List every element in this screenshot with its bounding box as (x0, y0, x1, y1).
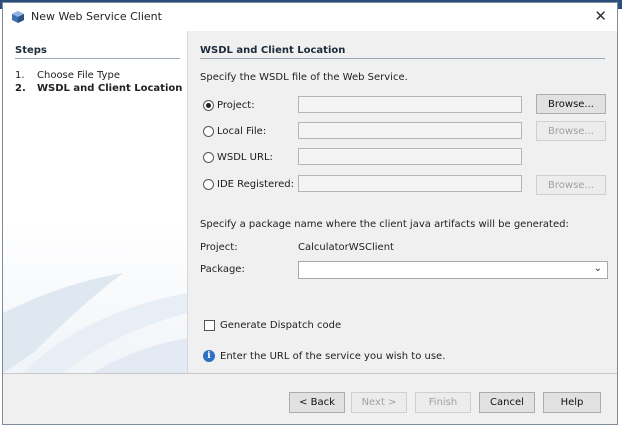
panel-heading: WSDL and Client Location (200, 45, 346, 56)
decorative-swoosh (3, 273, 187, 373)
wsdl-url-field[interactable] (298, 148, 522, 165)
radio-label: IDE Registered: (217, 178, 294, 190)
steps-panel: Steps 1. Choose File Type 2. WSDL and Clie… (3, 31, 188, 373)
window-title: New Web Service Client (31, 10, 162, 23)
radio-label: WSDL URL: (217, 151, 273, 163)
radio-local-file[interactable]: Local File: (203, 123, 266, 139)
step-label: Choose File Type (37, 70, 120, 81)
info-icon: i (203, 350, 215, 362)
steps-heading: Steps (15, 45, 47, 56)
radio-button[interactable] (203, 99, 214, 111)
step-item-wsdl-location: 2. WSDL and Client Location (15, 83, 182, 94)
netbeans-cube-icon (12, 11, 24, 23)
radio-ide-registered[interactable]: IDE Registered: (203, 176, 294, 192)
panel-divider (200, 58, 605, 59)
help-button[interactable]: Help (543, 392, 601, 413)
project-field[interactable] (298, 96, 522, 113)
project-value: CalculatorWSClient (298, 242, 394, 253)
project-label: Project: (200, 242, 238, 253)
radio-button[interactable] (203, 178, 214, 190)
package-label: Package: (200, 264, 245, 275)
ide-registered-field[interactable] (298, 175, 522, 192)
button-bar: < Back Next > Finish Cancel Help (3, 374, 617, 424)
title-bar: New Web Service Client ✕ (3, 3, 617, 31)
browse-project-button[interactable]: Browse... (536, 94, 606, 114)
dispatch-label: Generate Dispatch code (220, 320, 342, 331)
main-panel: WSDL and Client Location Specify the WSD… (188, 31, 617, 373)
step-number: 2. (15, 83, 26, 94)
steps-divider (15, 58, 180, 59)
back-button[interactable]: < Back (289, 392, 345, 413)
package-combobox[interactable]: ⌄ (298, 261, 608, 279)
chevron-down-icon[interactable]: ⌄ (594, 263, 602, 274)
radio-button[interactable] (203, 125, 214, 137)
next-button[interactable]: Next > (351, 392, 407, 413)
close-icon[interactable]: ✕ (594, 8, 607, 24)
finish-button[interactable]: Finish (415, 392, 471, 413)
local-file-field[interactable] (298, 122, 522, 139)
dialog-window: New Web Service Client ✕ Steps 1. Choose … (2, 2, 618, 425)
cancel-button[interactable]: Cancel (479, 392, 535, 413)
radio-button[interactable] (203, 151, 214, 163)
radio-project[interactable]: Project: (203, 97, 255, 113)
radio-wsdl-url[interactable]: WSDL URL: (203, 149, 273, 165)
step-item-choose-file-type: 1. Choose File Type (15, 70, 120, 81)
step-label: WSDL and Client Location (37, 83, 183, 94)
radio-label: Local File: (217, 125, 267, 137)
radio-label: Project: (217, 99, 255, 111)
specify-wsdl-text: Specify the WSDL file of the Web Service… (200, 72, 408, 83)
dispatch-checkbox[interactable] (204, 320, 215, 331)
browse-ide-registered-button[interactable]: Browse... (536, 175, 606, 195)
step-number: 1. (15, 70, 25, 81)
browse-local-file-button[interactable]: Browse... (536, 121, 606, 141)
info-message: Enter the URL of the service you wish to… (220, 351, 446, 362)
specify-package-text: Specify a package name where the client … (200, 219, 569, 230)
